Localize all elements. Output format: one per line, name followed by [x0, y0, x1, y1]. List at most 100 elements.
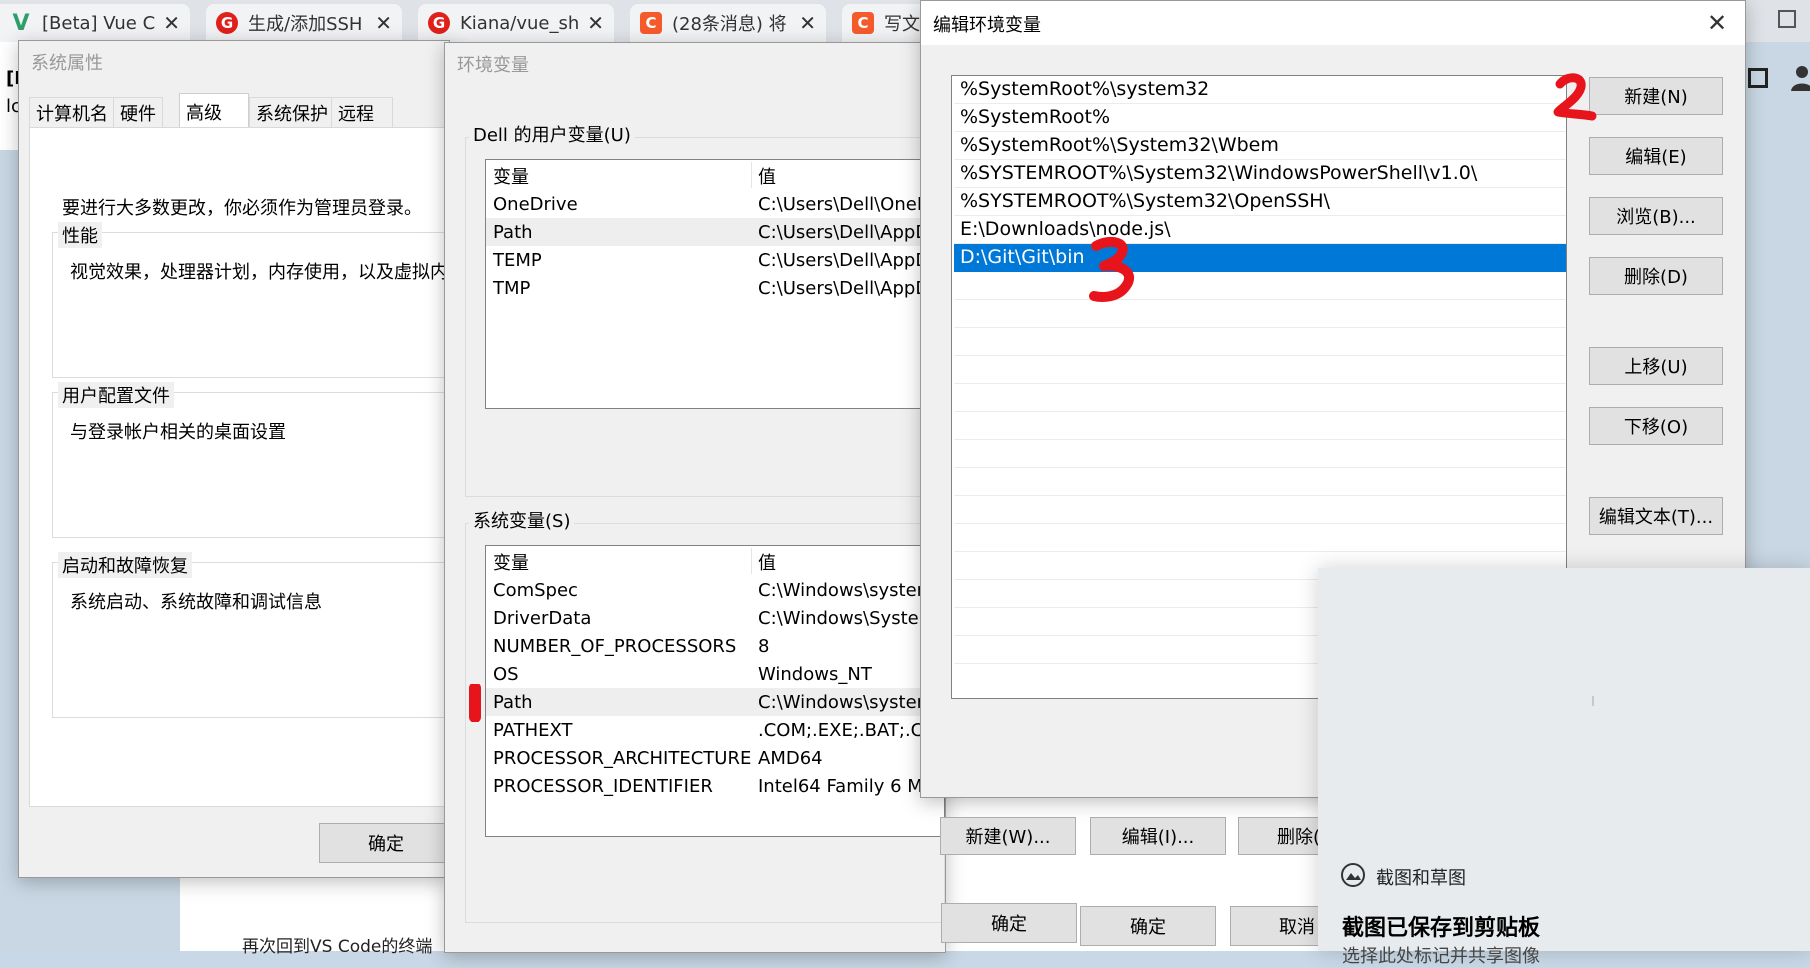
- tab-remote[interactable]: 远程: [331, 97, 393, 127]
- startup-recovery-label: 启动和故障恢复: [58, 552, 192, 578]
- ok-button[interactable]: 确定: [319, 823, 453, 863]
- table-row[interactable]: Path C:\Windows\system: [486, 688, 944, 716]
- close-tab-icon[interactable]: ✕: [799, 11, 816, 35]
- annotation-mark-1: [469, 684, 481, 722]
- browser-tab-title: [Beta] Vue CLI: [42, 12, 156, 34]
- empty-list-row[interactable]: [954, 384, 1566, 412]
- empty-list-row[interactable]: [954, 496, 1566, 524]
- empty-list-row[interactable]: [954, 412, 1566, 440]
- startup-recovery-description: 系统启动、系统故障和调试信息: [70, 592, 322, 613]
- table-row[interactable]: TMP C:\Users\Dell\AppD: [486, 274, 944, 302]
- column-header-value[interactable]: 值: [758, 163, 776, 189]
- variable-name: DriverData: [493, 607, 592, 629]
- system-variables-table[interactable]: 变量 值 ComSpec C:\Windows\system DriverDat…: [485, 545, 945, 837]
- variable-name: PROCESSOR_ARCHITECTURE: [493, 747, 752, 769]
- edit-button[interactable]: 编辑(E): [1589, 137, 1723, 175]
- variable-value: Windows_NT: [758, 663, 872, 685]
- column-header-value[interactable]: 值: [758, 549, 776, 575]
- startup-recovery-group: [52, 562, 452, 718]
- table-row[interactable]: Path C:\Users\Dell\AppD: [486, 218, 944, 246]
- snip-sketch-app-icon: [1341, 863, 1365, 887]
- empty-list-row[interactable]: [954, 272, 1566, 300]
- empty-list-row[interactable]: [954, 328, 1566, 356]
- tab-computer-name[interactable]: 计算机名: [29, 97, 115, 127]
- browser-tab[interactable]: C (28条消息) 将 ✕: [630, 4, 826, 42]
- tab-hardware[interactable]: 硬件: [113, 97, 163, 127]
- empty-list-row[interactable]: [954, 524, 1566, 552]
- list-item[interactable]: %SYSTEMROOT%\System32\WindowsPowerShell\…: [954, 160, 1566, 188]
- table-row[interactable]: ComSpec C:\Windows\system: [486, 576, 944, 604]
- edit-variable-button[interactable]: 编辑(I)...: [1090, 817, 1226, 855]
- empty-list-row[interactable]: [954, 300, 1566, 328]
- list-item[interactable]: %SystemRoot%: [954, 104, 1566, 132]
- user-profiles-description: 与登录帐户相关的桌面设置: [70, 422, 286, 443]
- variable-value: C:\Users\Dell\AppD: [758, 221, 930, 243]
- table-row[interactable]: TEMP C:\Users\Dell\AppD: [486, 246, 944, 274]
- toast-app-name: 截图和草图: [1376, 868, 1466, 889]
- restore-window-icon[interactable]: [1778, 10, 1796, 28]
- weibo-like-logo-icon: G: [428, 12, 450, 34]
- empty-list-row[interactable]: [954, 468, 1566, 496]
- page-body-text: 再次回到VS Code的终端: [242, 937, 433, 957]
- edit-text-button[interactable]: 编辑文本(T)...: [1589, 497, 1723, 535]
- performance-label: 性能: [58, 222, 102, 248]
- variable-name: NUMBER_OF_PROCESSORS: [493, 635, 737, 657]
- move-up-button[interactable]: 上移(U): [1589, 347, 1723, 385]
- variable-value: C:\Windows\system: [758, 691, 935, 713]
- table-row[interactable]: OS Windows_NT: [486, 660, 944, 688]
- tab-advanced-active[interactable]: 高级: [179, 93, 249, 129]
- variable-value: Intel64 Family 6 Mo: [758, 775, 934, 797]
- browser-tab[interactable]: G Kiana/vue_sh ✕: [418, 4, 614, 42]
- user-variables-table[interactable]: 变量 值 OneDrive C:\Users\Dell\OneD Path C:…: [485, 159, 945, 409]
- empty-list-row[interactable]: [954, 440, 1566, 468]
- list-item[interactable]: %SystemRoot%\System32\Wbem: [954, 132, 1566, 160]
- variable-name: Path: [493, 691, 533, 713]
- variable-value: AMD64: [758, 747, 823, 769]
- empty-list-row[interactable]: [954, 356, 1566, 384]
- column-header-variable[interactable]: 变量: [493, 549, 529, 575]
- table-row[interactable]: NUMBER_OF_PROCESSORS 8: [486, 632, 944, 660]
- toast-image-preview-mark: [1592, 696, 1594, 706]
- table-row[interactable]: PROCESSOR_IDENTIFIER Intel64 Family 6 Mo: [486, 772, 944, 800]
- table-row[interactable]: DriverData C:\Windows\System: [486, 604, 944, 632]
- variable-value: C:\Windows\system: [758, 579, 935, 601]
- delete-button[interactable]: 删除(D): [1589, 257, 1723, 295]
- column-divider[interactable]: [751, 548, 752, 574]
- variable-value: .COM;.EXE;.BAT;.CM: [758, 719, 939, 741]
- variable-value: C:\Users\Dell\AppD: [758, 277, 930, 299]
- variable-name: PATHEXT: [493, 719, 573, 741]
- list-item[interactable]: %SYSTEMROOT%\System32\OpenSSH\: [954, 188, 1566, 216]
- csdn-logo-icon: C: [852, 12, 874, 34]
- close-tab-icon[interactable]: ✕: [587, 11, 604, 35]
- ok-button[interactable]: 确定: [1080, 906, 1216, 946]
- user-profiles-label: 用户配置文件: [58, 382, 174, 408]
- list-item[interactable]: %SystemRoot%\system32: [954, 76, 1566, 104]
- table-row[interactable]: OneDrive C:\Users\Dell\OneD: [486, 190, 944, 218]
- browser-tab[interactable]: V [Beta] Vue CLI ✕: [0, 4, 190, 42]
- close-icon[interactable]: ✕: [1707, 9, 1727, 37]
- column-header-variable[interactable]: 变量: [493, 163, 529, 189]
- column-divider[interactable]: [751, 162, 752, 188]
- table-row[interactable]: PATHEXT .COM;.EXE;.BAT;.CM: [486, 716, 944, 744]
- new-variable-button[interactable]: 新建(W)...: [940, 817, 1076, 855]
- close-tab-icon[interactable]: ✕: [375, 11, 392, 35]
- performance-description: 视觉效果，处理器计划，内存使用，以及虚拟内: [70, 262, 448, 283]
- move-down-button[interactable]: 下移(O): [1589, 407, 1723, 445]
- close-tab-icon[interactable]: ✕: [163, 11, 180, 35]
- tab-system-protection[interactable]: 系统保护: [249, 97, 335, 127]
- variable-value: 8: [758, 635, 770, 657]
- profile-icon[interactable]: [1790, 64, 1810, 92]
- dialog-title: 编辑环境变量: [933, 15, 1041, 36]
- list-item[interactable]: E:\Downloads\node.js\: [954, 216, 1566, 244]
- browser-tab-title: 生成/添加SSH: [248, 14, 363, 35]
- table-row[interactable]: PROCESSOR_ARCHITECTURE AMD64: [486, 744, 944, 772]
- square-icon[interactable]: [1748, 68, 1768, 88]
- list-item-selected[interactable]: D:\Git\Git\bin: [954, 244, 1566, 272]
- ok-button[interactable]: 确定: [941, 903, 1077, 943]
- variable-name: TMP: [493, 277, 531, 299]
- browser-tab[interactable]: G 生成/添加SSH ✕: [206, 4, 402, 42]
- new-button[interactable]: 新建(N): [1589, 77, 1723, 115]
- screenshot-toast[interactable]: 截图和草图 截图已保存到剪贴板 选择此处标记并共享图像: [1318, 568, 1810, 967]
- annotation-mark-2: [1553, 73, 1597, 121]
- browse-button[interactable]: 浏览(B)...: [1589, 197, 1723, 235]
